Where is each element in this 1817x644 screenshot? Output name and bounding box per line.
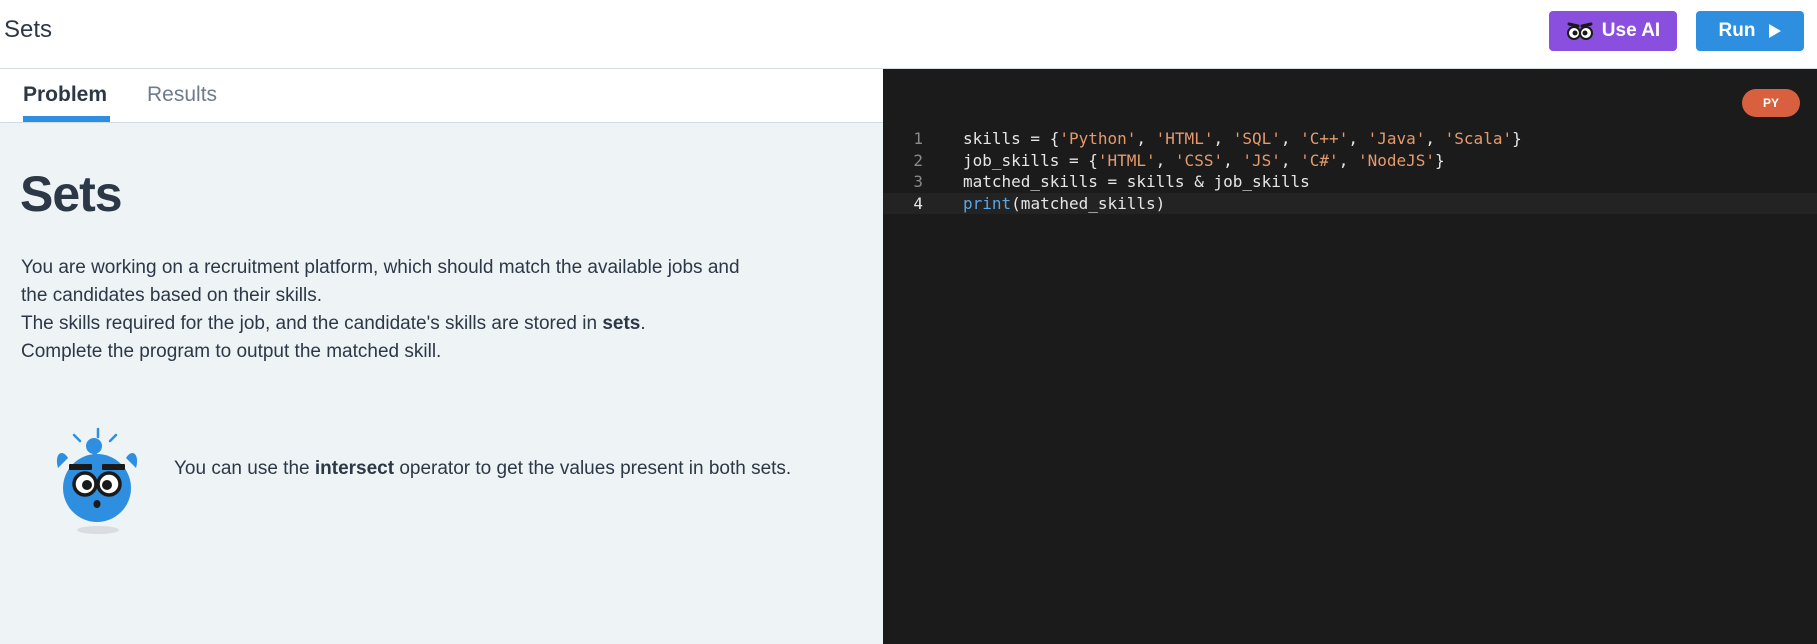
code-line[interactable]: 4 print(matched_skills) (883, 192, 1817, 215)
line-number: 2 (913, 150, 923, 170)
description-line-1: You are working on a recruitment platfor… (21, 257, 740, 306)
code-token: (matched_skills) (1011, 193, 1166, 213)
code-text[interactable]: job_skills = {'HTML', 'CSS', 'JS', 'C#',… (963, 150, 1445, 172)
top-header: Sets Use AI Run (0, 0, 1817, 69)
play-icon (1769, 24, 1782, 38)
string-token: 'NodeJS' (1357, 150, 1436, 170)
code-text[interactable]: matched_skills = skills & job_skills (963, 171, 1310, 193)
string-token: 'C#' (1300, 150, 1339, 170)
code-token: job_skills = { (963, 150, 1098, 170)
language-badge[interactable]: PY (1742, 89, 1800, 117)
string-token: 'CSS' (1174, 150, 1224, 170)
code-editor[interactable]: PY 1 skills = {'Python', 'HTML', 'SQL', '… (883, 69, 1817, 644)
code-area[interactable]: 1 skills = {'Python', 'HTML', 'SQL', 'C++… (883, 128, 1817, 214)
sets-keyword: sets (602, 313, 641, 334)
description-line-2: The skills required for the job, and the… (21, 313, 646, 334)
intersect-keyword: intersect (314, 458, 395, 479)
code-text[interactable]: print(matched_skills) (963, 193, 1165, 215)
problem-description: You are working on a recruitment platfor… (21, 254, 781, 366)
code-token: , (1348, 129, 1368, 148)
active-tab-indicator (23, 116, 110, 122)
string-token: 'Java' (1367, 129, 1426, 148)
code-token: , (1338, 150, 1358, 170)
code-token: , (1425, 129, 1445, 148)
string-token: 'HTML' (1155, 129, 1214, 148)
ai-face-icon (1566, 22, 1593, 40)
string-token: 'C++' (1300, 129, 1349, 148)
tab-bar: Problem Results (0, 69, 883, 123)
problem-title: Sets (20, 166, 123, 222)
run-label: Run (1718, 20, 1756, 41)
code-line[interactable]: 2 job_skills = {'HTML', 'CSS', 'JS', 'C#'… (883, 150, 1817, 172)
mascot-body-icon (56, 438, 138, 522)
tab-problem[interactable]: Problem (23, 83, 107, 107)
line-number: 3 (913, 172, 923, 191)
code-token: , (1213, 129, 1233, 148)
use-ai-button[interactable]: Use AI (1549, 11, 1677, 51)
code-token: matched_skills = skills & job_skills (963, 172, 1310, 191)
code-token: , (1280, 129, 1301, 148)
hint-text: You can use the intersect operator to ge… (174, 458, 792, 479)
page-title: Sets (4, 16, 53, 43)
code-token: , (1280, 150, 1301, 170)
code-token: skills = { (963, 129, 1060, 148)
code-token: , (1155, 150, 1175, 170)
string-token: 'HTML' (1097, 150, 1156, 170)
code-token: } (1512, 129, 1522, 148)
line-number: 1 (913, 129, 923, 148)
string-token: 'Python' (1059, 129, 1137, 148)
problem-panel: Problem Results Sets You are working on … (0, 69, 883, 644)
string-token: 'SQL' (1232, 129, 1281, 148)
use-ai-label: Use AI (1601, 20, 1661, 41)
string-token: 'JS' (1242, 150, 1281, 170)
tab-results[interactable]: Results (147, 83, 217, 107)
code-line[interactable]: 1 skills = {'Python', 'HTML', 'SQL', 'C++… (883, 128, 1817, 150)
keyword-token: print (963, 193, 1012, 213)
code-token: , (1223, 150, 1243, 170)
code-token: , (1136, 129, 1156, 148)
line-number: 4 (913, 193, 923, 213)
string-token: 'Scala' (1444, 129, 1513, 148)
code-token: } (1435, 150, 1445, 170)
run-button[interactable]: Run (1696, 11, 1804, 51)
code-line[interactable]: 3 matched_skills = skills & job_skills (883, 171, 1817, 193)
description-line-3: Complete the program to output the match… (21, 341, 442, 362)
code-text[interactable]: skills = {'Python', 'HTML', 'SQL', 'C++'… (963, 128, 1522, 150)
